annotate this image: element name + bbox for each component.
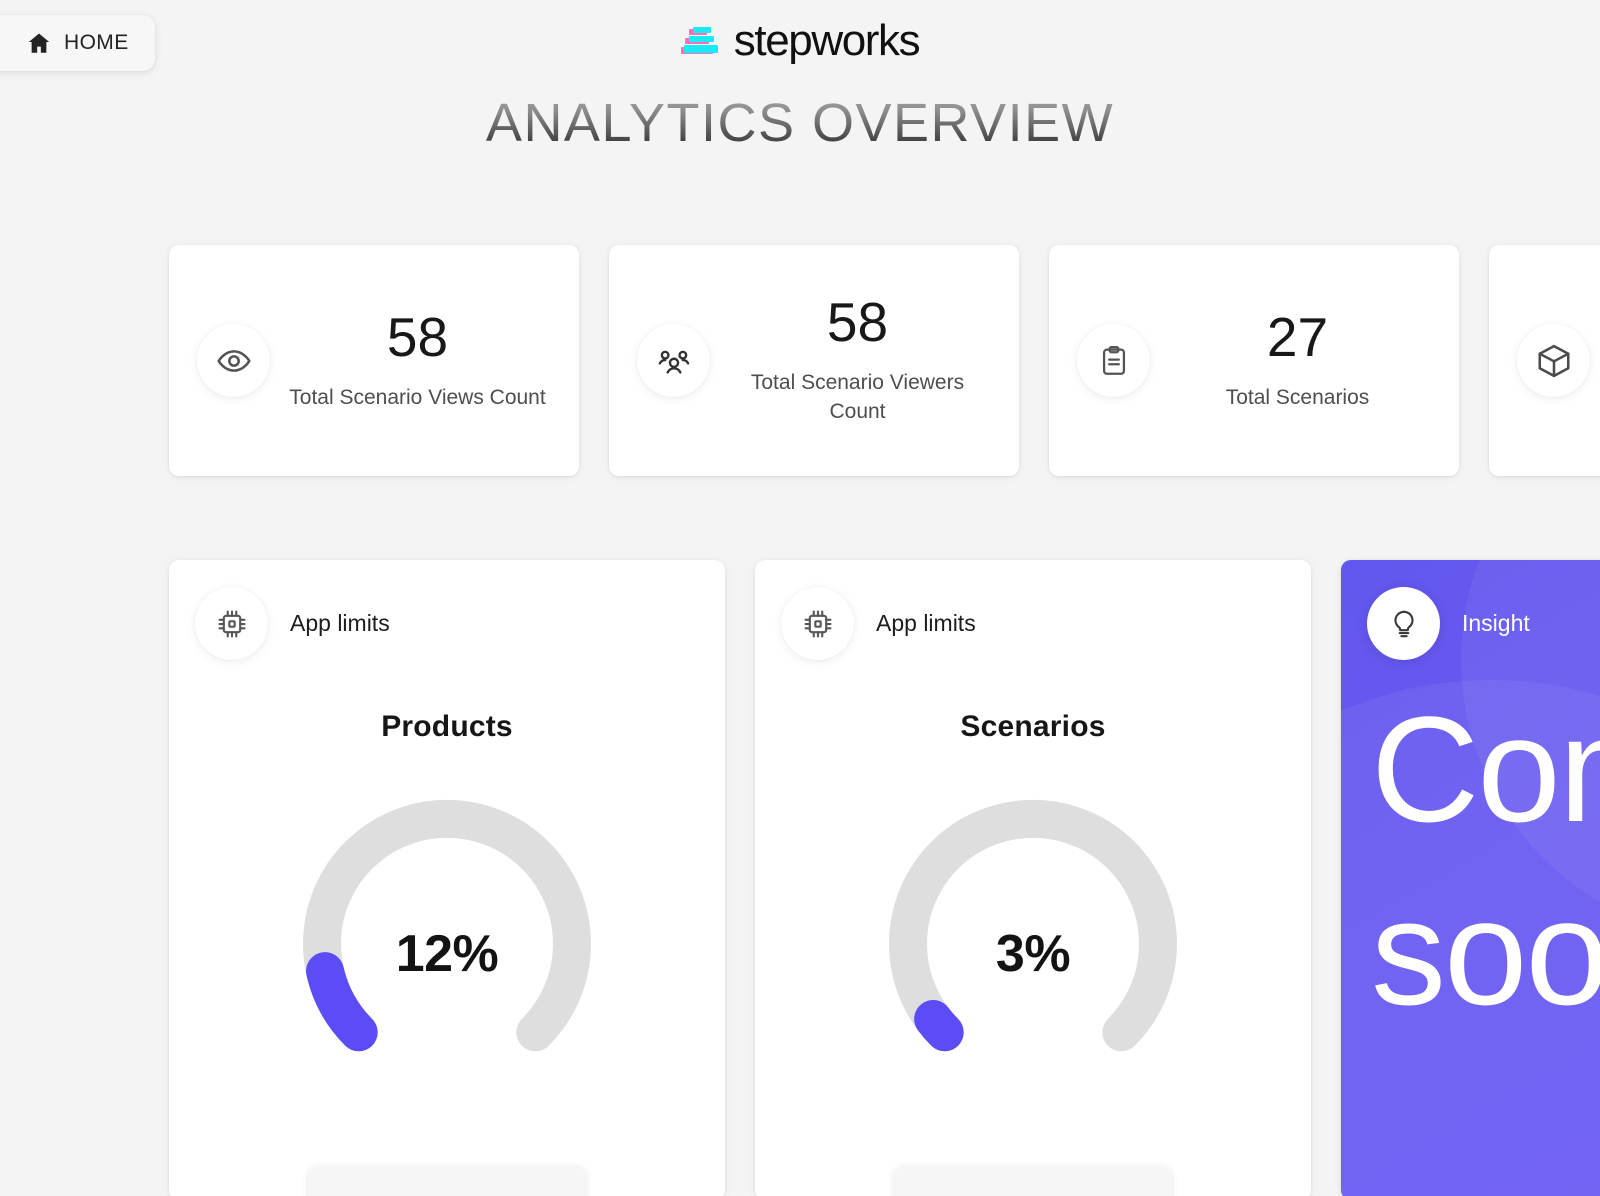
stat-value: 58 — [826, 291, 889, 354]
clipboard-icon — [1077, 324, 1150, 397]
home-button-label: HOME — [64, 31, 129, 54]
stat-card-body: 58 Total Scenario Views Count — [280, 305, 551, 412]
stat-label: Total Scenario Viewers Count — [750, 370, 965, 424]
card-footer-panel[interactable] — [892, 1166, 1174, 1196]
eye-icon — [197, 324, 270, 397]
home-icon — [26, 30, 52, 56]
stat-value: 58 — [386, 305, 449, 368]
card-header: App limits — [169, 560, 725, 660]
gauge-percent-value: 3% — [995, 925, 1071, 983]
stat-card[interactable]: 27 Total Scenarios — [1049, 245, 1459, 476]
insight-headline-line1: Coming — [1371, 685, 1600, 853]
stepworks-stairs-icon — [680, 24, 721, 58]
gauge-title: Products — [381, 710, 513, 743]
chip-icon — [195, 587, 268, 660]
gauge-chart-scenarios: 3% — [873, 784, 1193, 1084]
gauge-title: Scenarios — [960, 710, 1106, 743]
card-header: App limits — [755, 560, 1311, 660]
insight-headline-line2: soon — [1371, 868, 1600, 1036]
card-header-label: App limits — [876, 610, 976, 636]
stat-card[interactable]: 58 Total Scenario Viewers Count — [609, 245, 1019, 476]
brand-logo[interactable]: stepworks — [0, 16, 1600, 66]
insight-body-line1: Insights about your — [1371, 1088, 1600, 1129]
stat-card[interactable]: 58 Total Scenario Views Count — [169, 245, 579, 476]
gauge-percent-value: 12% — [395, 925, 499, 983]
gauge-card-scenarios[interactable]: App limits Scenarios 3% — [755, 560, 1311, 1196]
page-title: ANALYTICS OVERVIEW — [0, 92, 1600, 154]
stat-label: Total Scenario Views Count — [289, 385, 546, 409]
users-icon — [637, 324, 710, 397]
insight-header-label: Insight — [1462, 610, 1530, 636]
brand-name: stepworks — [733, 16, 921, 65]
insight-body-line2: will be — [1371, 1129, 1600, 1170]
card-footer-panel[interactable] — [306, 1166, 588, 1196]
home-button[interactable]: HOME — [0, 15, 155, 71]
gauge-card-products[interactable]: App limits Products 12% — [169, 560, 725, 1196]
cube-icon — [1517, 324, 1590, 397]
stat-label: Total Scenarios — [1225, 385, 1370, 409]
insight-body: Insights about your will be — [1371, 1088, 1600, 1170]
gauge-card-row: App limits Products 12% App limits Scena… — [169, 560, 1600, 1196]
lightbulb-icon — [1367, 587, 1440, 660]
stat-card-partial[interactable] — [1489, 245, 1600, 476]
chip-icon — [781, 587, 854, 660]
stat-card-body: 58 Total Scenario Viewers Count — [720, 291, 991, 427]
gauge-chart-products: 12% — [287, 784, 607, 1084]
insight-card[interactable]: Insight Coming soon Insights about your … — [1341, 560, 1600, 1196]
insight-header: Insight — [1341, 560, 1600, 660]
card-header-label: App limits — [290, 610, 390, 636]
stat-value: 27 — [1266, 305, 1329, 368]
stat-card-row: 58 Total Scenario Views Count 58 Total S… — [169, 245, 1600, 476]
stat-card-body: 27 Total Scenarios — [1160, 305, 1431, 412]
